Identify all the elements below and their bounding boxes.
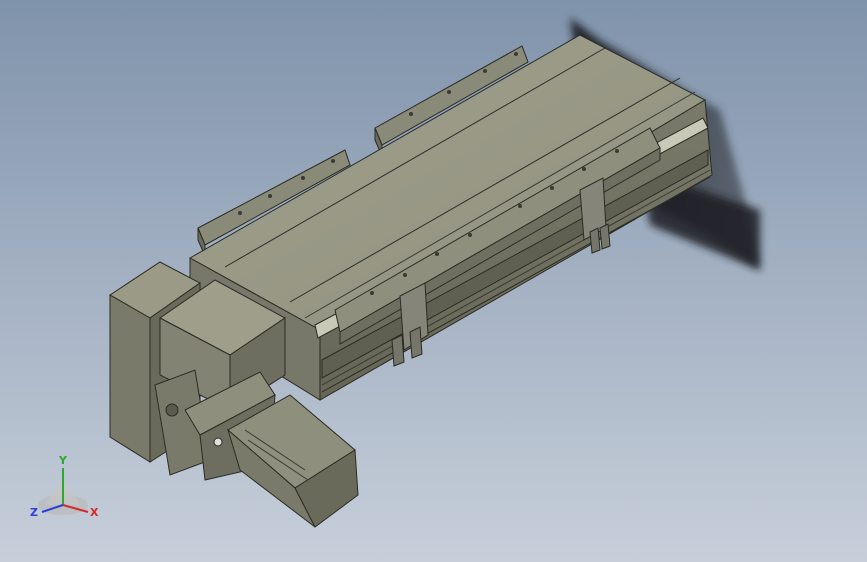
x-axis-label: X	[90, 506, 99, 519]
z-axis-label: Z	[30, 506, 38, 519]
axis-triad: Y X Z	[30, 454, 99, 519]
y-axis-label: Y	[58, 454, 68, 467]
cad-viewport[interactable]: Y X Z	[0, 0, 867, 562]
model-scene[interactable]: Y X Z	[0, 0, 867, 562]
